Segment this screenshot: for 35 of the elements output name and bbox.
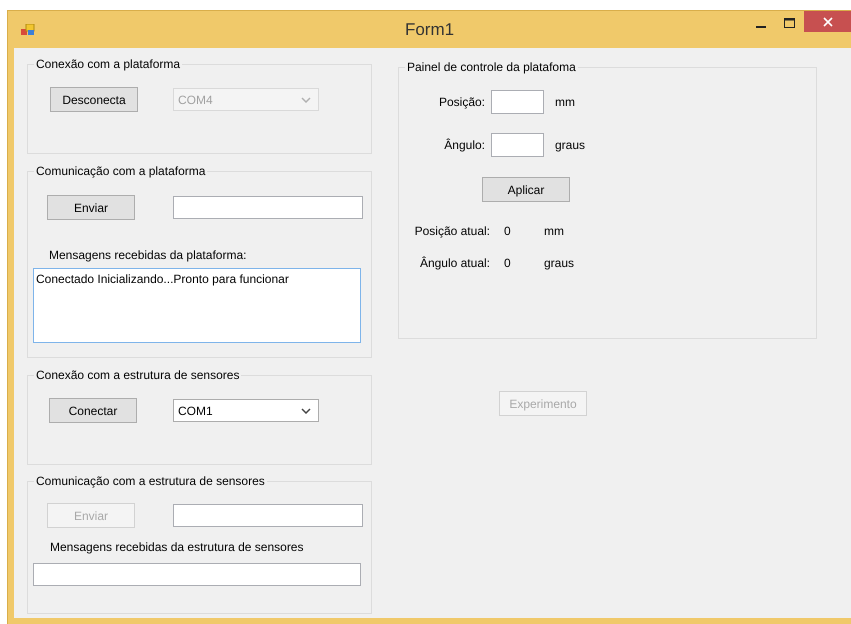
group-title: Comunicação com a plataforma <box>35 164 206 178</box>
reading-label: Ângulo atual: <box>418 256 490 270</box>
reading-value: 0 <box>504 224 512 238</box>
field-label: Ângulo: <box>443 138 485 152</box>
send-button[interactable]: Enviar <box>47 195 135 220</box>
unit-label: graus <box>544 256 574 270</box>
app-icon <box>21 24 35 36</box>
input-field[interactable] <box>173 504 363 527</box>
messages-box[interactable] <box>33 563 361 586</box>
disconnect-button[interactable]: Desconecta <box>50 87 138 112</box>
close-icon <box>822 16 832 26</box>
reading-value: 0 <box>504 256 512 270</box>
group-title: Conexão com a plataforma <box>35 57 182 71</box>
messages-label: Mensagens recebidas da plataforma: <box>49 248 248 262</box>
unit-label: mm <box>544 224 564 238</box>
input-field[interactable] <box>491 133 544 157</box>
unit-label: graus <box>555 138 586 152</box>
messages-box[interactable]: Conectado Inicializando...Pronto para funcionar <box>33 268 361 343</box>
group-title: Comunicação com a estrutura de sensores <box>35 474 266 488</box>
unit-label: mm <box>555 95 575 109</box>
close-button[interactable] <box>804 11 851 32</box>
field-label: Posição: <box>438 95 485 109</box>
reading-label: Posição atual: <box>414 224 490 238</box>
group-title: Conexão com a estrutura de sensores <box>35 368 240 382</box>
port-dropdown[interactable]: COM1 <box>173 399 319 422</box>
connect-button[interactable]: Conectar <box>49 398 137 423</box>
group-title: Painel de controle da platafoma <box>406 60 577 74</box>
chevron-down-icon <box>301 96 311 102</box>
window-title: Form1 <box>404 20 456 40</box>
apply-button[interactable]: Aplicar <box>482 177 570 202</box>
input-field[interactable] <box>173 196 363 219</box>
chevron-down-icon <box>301 408 311 414</box>
messages-text: Conectado Inicializando...Pronto para funcionar <box>36 272 290 286</box>
messages-label: Mensagens recebidas da estrutura de sensores <box>50 540 304 554</box>
input-field[interactable] <box>491 90 544 114</box>
